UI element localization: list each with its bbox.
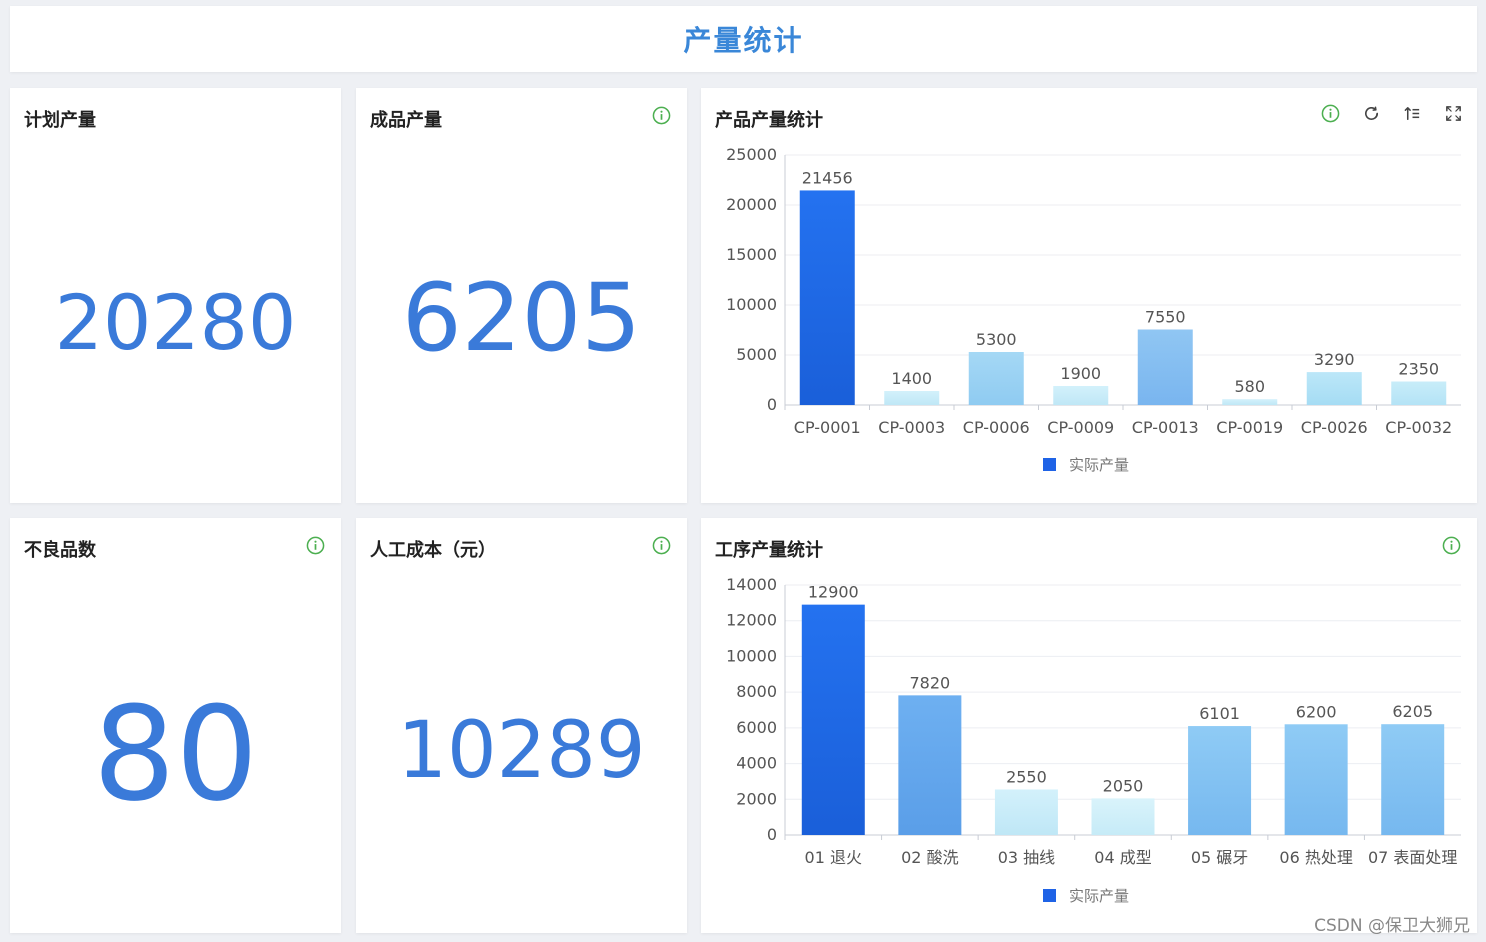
x-tick-label: 03 抽线 [998,848,1055,867]
y-tick-label: 25000 [726,145,777,164]
y-tick-label: 5000 [736,345,777,364]
y-tick-label: 15000 [726,245,777,264]
bar[interactable] [1091,798,1155,835]
kpi-card-defects: 不良品数 80 [10,518,341,933]
kpi-labor-value: 10289 [397,706,646,796]
bar[interactable] [1188,726,1252,835]
bar[interactable] [1391,381,1447,406]
x-tick-label: CP-0019 [1216,418,1283,437]
info-icon[interactable] [652,536,671,555]
bar-value-label: 21456 [802,168,853,187]
bar[interactable] [994,789,1058,835]
y-tick-label: 10000 [726,295,777,314]
x-tick-label: CP-0006 [963,418,1030,437]
product-bar-chart: 0 5000 10000 15000 20000 25000 21456 CP-0001 140… [726,145,1461,474]
legend-swatch[interactable] [1043,458,1056,471]
bar[interactable] [1222,399,1278,405]
page-header: 产量统计 [10,6,1477,72]
y-tick-label: 14000 [726,575,777,594]
bar[interactable] [884,391,940,405]
bar-value-label: 7820 [909,673,950,692]
kpi-finished-value: 6205 [401,264,642,373]
bar[interactable] [799,190,855,405]
y-tick-label: 10000 [726,646,777,665]
kpi-finished-label: 成品产量 [370,110,442,131]
x-tick-label: 05 碾牙 [1191,848,1248,867]
bar-value-label: 6200 [1296,702,1337,721]
kpi-card-finished: 成品产量 6205 [356,88,687,503]
x-tick-label: CP-0032 [1385,418,1452,437]
x-tick-label: CP-0026 [1301,418,1368,437]
bar-value-label: 2350 [1398,360,1439,379]
x-tick-label: CP-0009 [1047,418,1114,437]
kpi-defects-label: 不良品数 [24,540,96,561]
x-tick-label: 06 热处理 [1279,848,1352,867]
x-tick-label: CP-0003 [878,418,945,437]
y-tick-label: 2000 [736,789,777,808]
bar-value-label: 5300 [976,330,1017,349]
kpi-card-plan: 计划产量 20280 [10,88,341,503]
y-tick-label: 8000 [736,682,777,701]
bar-value-label: 6101 [1199,704,1240,723]
x-tick-label: CP-0001 [794,418,861,437]
y-tick-label: 0 [767,825,777,844]
chart-card-product: 产品产量统计 0 5000 10000 15000 20000 25000 21456 CP-… [701,88,1477,503]
x-tick-label: 02 酸洗 [901,848,958,867]
y-tick-label: 12000 [726,611,777,630]
kpi-card-labor: 人工成本（元） 10289 [356,518,687,933]
y-tick-label: 6000 [736,718,777,737]
bar[interactable] [1306,372,1362,405]
y-tick-label: 0 [767,395,777,414]
x-tick-label: 04 成型 [1094,848,1151,867]
bar[interactable] [801,604,865,835]
watermark: CSDN @保卫大狮兄 [1314,916,1470,936]
kpi-defects-value: 80 [92,678,259,830]
bar-value-label: 12900 [808,583,859,602]
info-icon[interactable] [652,106,671,125]
bar-value-label: 1400 [891,369,932,388]
bar[interactable] [1381,724,1445,835]
bar[interactable] [1137,329,1193,406]
chart-card-process: 工序产量统计 0 2000 4000 6000 8000 10000 12000 14000 1… [701,518,1477,933]
bar[interactable] [1053,386,1109,405]
legend-swatch[interactable] [1043,889,1056,902]
legend-label[interactable]: 实际产量 [1069,887,1129,905]
kpi-plan-value: 20280 [54,278,297,367]
page-title: 产量统计 [683,24,804,57]
bar-value-label: 3290 [1314,350,1355,369]
legend-label[interactable]: 实际产量 [1069,456,1129,474]
bar-value-label: 2050 [1103,776,1144,795]
x-tick-label: 01 退火 [805,848,862,867]
x-tick-label: 07 表面处理 [1368,848,1457,867]
process-bar-chart: 0 2000 4000 6000 8000 10000 12000 14000 12900 01 … [726,575,1461,905]
y-tick-label: 4000 [736,754,777,773]
bar-value-label: 7550 [1145,308,1186,327]
bar[interactable] [968,352,1024,405]
kpi-labor-label: 人工成本（元） [370,540,496,561]
bar[interactable] [898,695,962,835]
bar-value-label: 1900 [1060,364,1101,383]
info-icon[interactable] [306,536,325,555]
kpi-plan-label: 计划产量 [24,110,96,131]
bar[interactable] [1284,724,1348,835]
x-tick-label: CP-0013 [1132,418,1199,437]
bar-value-label: 6205 [1392,702,1433,721]
bar-value-label: 2550 [1006,767,1047,786]
bar-value-label: 580 [1234,377,1265,396]
y-tick-label: 20000 [726,195,777,214]
